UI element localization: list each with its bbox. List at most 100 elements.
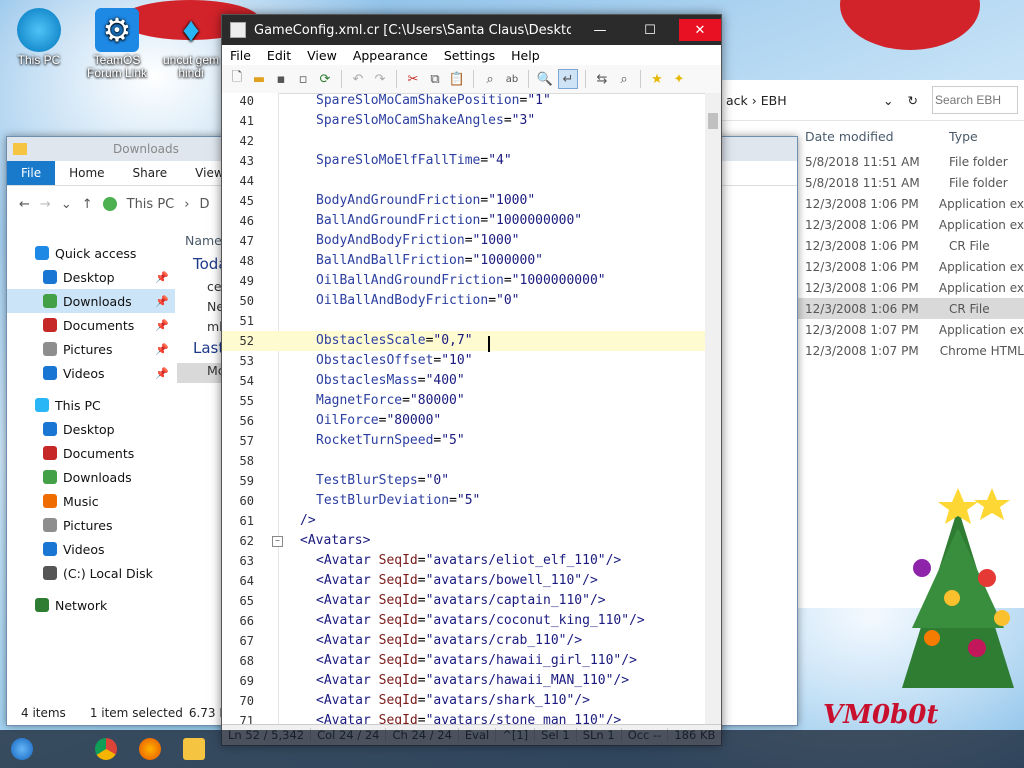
up-icon[interactable]: ↑ bbox=[82, 197, 93, 212]
code-line[interactable]: 65 <Avatar SeqId="avatars/captain_110"/> bbox=[222, 591, 705, 611]
code-line[interactable]: 48 BallAndBallFriction="1000000" bbox=[222, 251, 705, 271]
menu-appearance[interactable]: Appearance bbox=[345, 48, 436, 63]
nav-item[interactable]: Documents 📌 bbox=[7, 313, 175, 337]
code-line[interactable]: 43 SpareSloMoElfFallTime="4" bbox=[222, 151, 705, 171]
group-header-last[interactable]: Last bbox=[177, 339, 224, 363]
code-line[interactable]: 50 OilBallAndBodyFriction="0" bbox=[222, 291, 705, 311]
view-icon[interactable]: ⇆ bbox=[593, 70, 611, 88]
reload-icon[interactable]: ⟳ bbox=[316, 70, 334, 88]
desktop-icon-teamos[interactable]: ⚙ TeamOS Forum Link bbox=[78, 8, 156, 80]
add-favorite-icon[interactable]: ✦ bbox=[670, 70, 688, 88]
fold-toggle-icon[interactable]: − bbox=[272, 536, 283, 547]
code-line[interactable]: 70 <Avatar SeqId="avatars/shark_110"/> bbox=[222, 691, 705, 711]
save-icon[interactable]: ▪ bbox=[272, 70, 290, 88]
breadcrumb[interactable]: This PC bbox=[127, 197, 175, 212]
new-file-icon[interactable]: 🗋 bbox=[228, 70, 246, 88]
scrollbar-thumb[interactable] bbox=[708, 113, 718, 129]
nav-item[interactable]: (C:) Local Disk bbox=[7, 561, 175, 585]
code-line[interactable]: 53 ObstaclesOffset="10" bbox=[222, 351, 705, 371]
recent-dropdown-icon[interactable]: ⌄ bbox=[61, 197, 72, 212]
address-bar[interactable]: ack › EBH ⌄ ↻ bbox=[720, 80, 1024, 121]
code-line[interactable]: 71 <Avatar SeqId="avatars/stone_man_110"/… bbox=[222, 711, 705, 725]
code-line[interactable]: 69 <Avatar SeqId="avatars/hawaii_MAN_110"… bbox=[222, 671, 705, 691]
start-button[interactable] bbox=[0, 730, 44, 768]
redo-icon[interactable]: ↷ bbox=[371, 70, 389, 88]
column-name[interactable]: Name bbox=[177, 233, 223, 255]
desktop-icon-uncut-gem[interactable]: ♦ uncut gem hindi bbox=[152, 8, 230, 80]
file-item[interactable]: Ne bbox=[177, 299, 224, 319]
find-icon[interactable]: ⌕ bbox=[481, 70, 499, 88]
copy-icon[interactable]: ⧉ bbox=[426, 70, 444, 88]
nav-item[interactable]: Music bbox=[7, 489, 175, 513]
chevron-down-icon[interactable]: ⌄ bbox=[883, 93, 893, 108]
menu-file[interactable]: File bbox=[222, 48, 259, 63]
nav-item[interactable]: Desktop 📌 bbox=[7, 265, 175, 289]
save-as-icon[interactable]: ▫ bbox=[294, 70, 312, 88]
nav-item[interactable]: Quick access bbox=[7, 241, 175, 265]
back-icon[interactable]: ← bbox=[19, 197, 30, 212]
code-line[interactable]: 42 bbox=[222, 131, 705, 151]
ribbon-tab-share[interactable]: Share bbox=[119, 161, 182, 185]
code-line[interactable]: 41 SpareSloMoCamShakeAngles="3" bbox=[222, 111, 705, 131]
minimize-button[interactable]: — bbox=[579, 19, 621, 41]
code-line[interactable]: 54 ObstaclesMass="400" bbox=[222, 371, 705, 391]
refresh-icon[interactable]: ↻ bbox=[908, 93, 918, 108]
menu-view[interactable]: View bbox=[299, 48, 345, 63]
favorite-icon[interactable]: ★ bbox=[648, 70, 666, 88]
taskbar-file-explorer[interactable] bbox=[172, 730, 216, 768]
file-item[interactable]: ml bbox=[177, 319, 223, 339]
code-line[interactable]: 49 OilBallAndGroundFriction="1000000000" bbox=[222, 271, 705, 291]
code-line[interactable]: 64 <Avatar SeqId="avatars/bowell_110"/> bbox=[222, 571, 705, 591]
code-line[interactable]: 47 BodyAndBodyFriction="1000" bbox=[222, 231, 705, 251]
nav-item[interactable]: Videos bbox=[7, 537, 175, 561]
cut-icon[interactable]: ✂ bbox=[404, 70, 422, 88]
vertical-scrollbar[interactable] bbox=[705, 93, 721, 725]
ribbon-tab-home[interactable]: Home bbox=[55, 161, 118, 185]
nav-item[interactable]: Downloads 📌 bbox=[7, 289, 175, 313]
menu-edit[interactable]: Edit bbox=[259, 48, 299, 63]
taskbar-firefox[interactable] bbox=[128, 730, 172, 768]
code-line[interactable]: 59 TestBlurSteps="0" bbox=[222, 471, 705, 491]
nav-item[interactable]: Desktop bbox=[7, 417, 175, 441]
menu-help[interactable]: Help bbox=[503, 48, 548, 63]
maximize-button[interactable]: ☐ bbox=[629, 19, 671, 41]
breadcrumb-next[interactable]: D bbox=[199, 197, 209, 212]
nav-item[interactable]: Pictures bbox=[7, 513, 175, 537]
code-line[interactable]: 45 BodyAndGroundFriction="1000" bbox=[222, 191, 705, 211]
code-line[interactable]: 51 bbox=[222, 311, 705, 331]
code-line[interactable]: 67 <Avatar SeqId="avatars/crab_110"/> bbox=[222, 631, 705, 651]
column-type[interactable]: Type bbox=[949, 129, 978, 144]
open-folder-icon[interactable]: ▬ bbox=[250, 70, 268, 88]
file-item[interactable]: ce bbox=[177, 279, 223, 299]
group-header-today[interactable]: Toda bbox=[177, 255, 228, 279]
nav-item[interactable]: Downloads bbox=[7, 465, 175, 489]
forward-icon[interactable]: → bbox=[40, 197, 51, 212]
code-line[interactable]: 62 − <Avatars> bbox=[222, 531, 705, 551]
code-line[interactable]: 56 OilForce="80000" bbox=[222, 411, 705, 431]
code-line[interactable]: 63 <Avatar SeqId="avatars/eliot_elf_110"/… bbox=[222, 551, 705, 571]
code-line[interactable]: 60 TestBlurDeviation="5" bbox=[222, 491, 705, 511]
undo-icon[interactable]: ↶ bbox=[349, 70, 367, 88]
code-line[interactable]: 66 <Avatar SeqId="avatars/coconut_king_11… bbox=[222, 611, 705, 631]
file-item[interactable]: Mc bbox=[177, 363, 225, 383]
code-line[interactable]: 61 /> bbox=[222, 511, 705, 531]
word-wrap-icon[interactable]: ↵ bbox=[558, 69, 578, 89]
zoom-icon[interactable]: 🔍 bbox=[536, 70, 554, 88]
paste-icon[interactable]: 📋 bbox=[448, 70, 466, 88]
code-line[interactable]: 46 BallAndGroundFriction="1000000000" bbox=[222, 211, 705, 231]
taskbar-item[interactable] bbox=[44, 730, 84, 768]
taskbar-chrome[interactable] bbox=[84, 730, 128, 768]
code-line[interactable]: 40 SpareSloMoCamShakePosition="1" bbox=[222, 93, 705, 111]
code-line[interactable]: 57 RocketTurnSpeed="5" bbox=[222, 431, 705, 451]
nav-item[interactable]: Documents bbox=[7, 441, 175, 465]
nav-item[interactable]: Network bbox=[7, 593, 175, 617]
nav-item[interactable]: Pictures 📌 bbox=[7, 337, 175, 361]
search-input[interactable] bbox=[932, 86, 1018, 114]
menu-settings[interactable]: Settings bbox=[436, 48, 503, 63]
code-line[interactable]: 55 MagnetForce="80000" bbox=[222, 391, 705, 411]
code-line[interactable]: 68 <Avatar SeqId="avatars/hawaii_girl_110… bbox=[222, 651, 705, 671]
close-button[interactable]: ✕ bbox=[679, 19, 721, 41]
code-line[interactable]: 52 ObstaclesScale="0,7" bbox=[222, 331, 705, 351]
code-line[interactable]: 58 bbox=[222, 451, 705, 471]
nav-item[interactable]: Videos 📌 bbox=[7, 361, 175, 385]
